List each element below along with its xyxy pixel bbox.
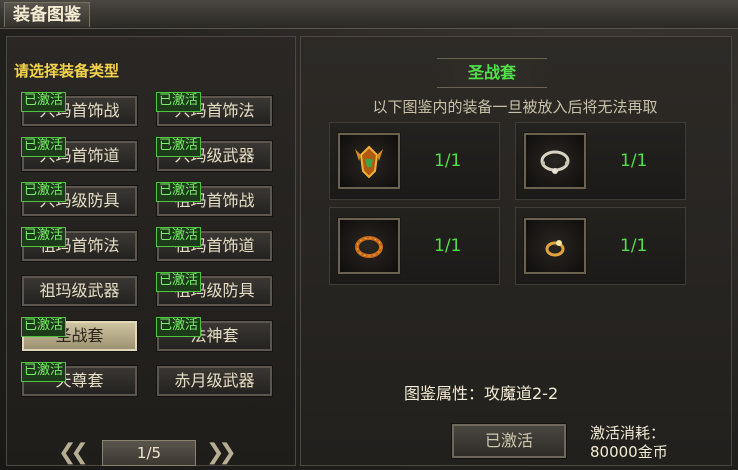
item-card: 1/1 xyxy=(329,122,500,200)
item-slot[interactable] xyxy=(523,132,587,190)
activated-badge: 已激活 xyxy=(156,272,202,292)
activated-badge: 已激活 xyxy=(156,182,202,202)
equip-type-button[interactable]: 祖玛级武器 xyxy=(21,275,138,307)
helmet-icon xyxy=(355,145,383,179)
item-count: 1/1 xyxy=(434,151,462,171)
equip-type-label: 赤月级武器 xyxy=(174,371,255,390)
title-bar: 装备图鉴 xyxy=(0,0,738,29)
cost-value: 80000金币 xyxy=(590,443,668,461)
activated-badge: 已激活 xyxy=(156,227,202,247)
activated-badge: 已激活 xyxy=(21,362,67,382)
item-count: 1/1 xyxy=(620,236,648,256)
activated-badge: 已激活 xyxy=(21,92,67,112)
item-count: 1/1 xyxy=(620,151,648,171)
item-card: 1/1 xyxy=(329,207,500,285)
item-slot[interactable] xyxy=(523,217,587,275)
activation-cost: 激活消耗： 80000金币 xyxy=(590,424,668,462)
equip-type-label: 祖玛级武器 xyxy=(39,281,120,300)
activated-badge: 已激活 xyxy=(156,92,202,112)
equip-type-button[interactable]: 兴玛级防具 已激活 xyxy=(21,182,138,217)
collection-attribute: 图鉴属性：攻魔道2-2 xyxy=(404,384,559,403)
type-prompt: 请选择装备类型 xyxy=(14,62,120,80)
equip-type-button[interactable]: 兴玛首饰法 已激活 xyxy=(156,92,273,127)
equip-type-button[interactable]: 兴玛首饰战 已激活 xyxy=(21,92,138,127)
item-slot[interactable] xyxy=(337,132,401,190)
activated-badge: 已激活 xyxy=(156,137,202,157)
item-slot[interactable] xyxy=(337,217,401,275)
activate-button[interactable]: 已激活 xyxy=(451,423,567,459)
notice-text: 以下图鉴内的装备一旦被放入后将无法再取 xyxy=(372,98,658,116)
activated-badge: 已激活 xyxy=(21,227,67,247)
activated-badge: 已激活 xyxy=(21,137,67,157)
equip-type-button[interactable]: 祖玛首饰战 已激活 xyxy=(156,182,273,217)
equip-type-button[interactable]: 赤月级武器 xyxy=(156,365,273,397)
equip-type-button[interactable]: 祖玛级防具 已激活 xyxy=(156,272,273,307)
window-title: 装备图鉴 xyxy=(4,2,90,27)
prev-page-icon[interactable]: ❮❮ xyxy=(58,440,89,465)
activated-badge: 已激活 xyxy=(21,182,67,202)
equip-type-button[interactable]: 天尊套 已激活 xyxy=(21,362,138,397)
equip-type-button[interactable]: 圣战套 已激活 xyxy=(21,317,138,352)
cost-label: 激活消耗： xyxy=(590,424,666,442)
equip-type-button[interactable]: 兴玛首饰道 已激活 xyxy=(21,137,138,172)
bracelet-icon xyxy=(355,236,383,258)
equip-type-button[interactable]: 法神套 已激活 xyxy=(156,317,273,352)
activated-badge: 已激活 xyxy=(21,317,67,337)
collection-window: 装备图鉴 ? 请选择装备类型 兴玛首饰战已激活兴玛首饰法已激活兴玛首饰道已激活兴… xyxy=(0,0,738,470)
item-card: 1/1 xyxy=(515,207,686,285)
ring-icon xyxy=(545,240,565,257)
equip-type-button[interactable]: 祖玛首饰道 已激活 xyxy=(156,227,273,262)
item-card: 1/1 xyxy=(515,122,686,200)
equip-type-button[interactable]: 祖玛首饰法 已激活 xyxy=(21,227,138,262)
activated-badge: 已激活 xyxy=(156,317,202,337)
necklace-icon xyxy=(540,150,570,174)
item-count: 1/1 xyxy=(434,236,462,256)
equip-type-button[interactable]: 兴玛级武器 已激活 xyxy=(156,137,273,172)
set-name: 圣战套 xyxy=(437,58,547,88)
next-page-icon[interactable]: ❯❯ xyxy=(206,440,237,465)
page-indicator: 1/5 xyxy=(102,440,196,466)
